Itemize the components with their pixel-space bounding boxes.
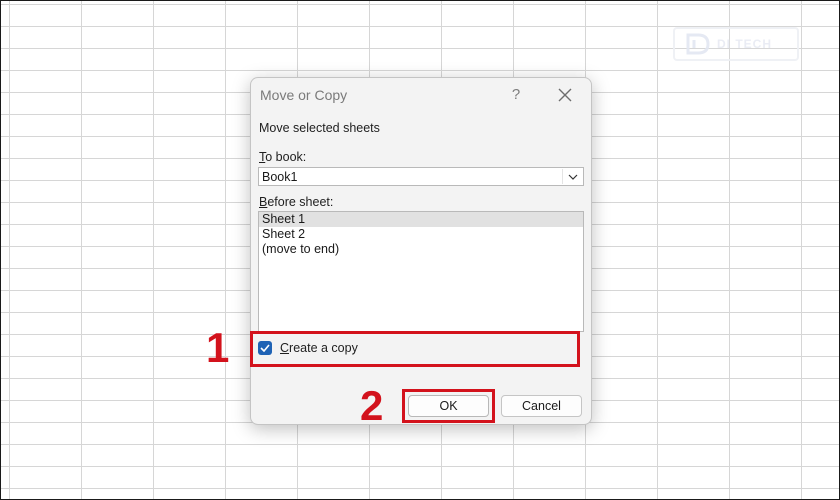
move-or-copy-dialog: Move or Copy ? Move selected sheets To b… (250, 77, 592, 425)
before-sheet-label-text: efore sheet: (267, 195, 334, 209)
logo-icon (686, 33, 710, 55)
to-book-dropdown[interactable]: Book1 (258, 167, 584, 186)
highlight-ok (402, 389, 495, 423)
spreadsheet-grid: DI TECH Move or Copy ? Move selected she… (0, 0, 840, 500)
close-icon (558, 88, 572, 102)
watermark-logo: DI TECH (673, 27, 799, 61)
list-item[interactable]: Sheet 2 (259, 227, 583, 242)
instruction-text: Move selected sheets (259, 121, 380, 135)
to-book-label-text: o book: (265, 150, 307, 164)
step-number-1: 1 (206, 324, 230, 371)
dropdown-button[interactable] (562, 169, 582, 184)
highlight-create-copy (250, 331, 580, 367)
cancel-button[interactable]: Cancel (501, 395, 582, 417)
before-sheet-list[interactable]: Sheet 1 Sheet 2 (move to end) (258, 211, 584, 332)
list-item[interactable]: (move to end) (259, 242, 583, 257)
dialog-title: Move or Copy (260, 87, 348, 103)
chevron-down-icon (568, 174, 577, 180)
step-number-2: 2 (360, 382, 384, 429)
to-book-value: Book1 (262, 170, 298, 184)
watermark-text: DI TECH (717, 37, 772, 51)
close-button[interactable] (553, 84, 577, 106)
list-item[interactable]: Sheet 1 (259, 212, 583, 227)
dialog-titlebar: Move or Copy ? (251, 78, 591, 112)
to-book-label: To book: (259, 150, 306, 164)
before-sheet-label: Before sheet: (259, 195, 333, 209)
help-button[interactable]: ? (504, 84, 528, 106)
